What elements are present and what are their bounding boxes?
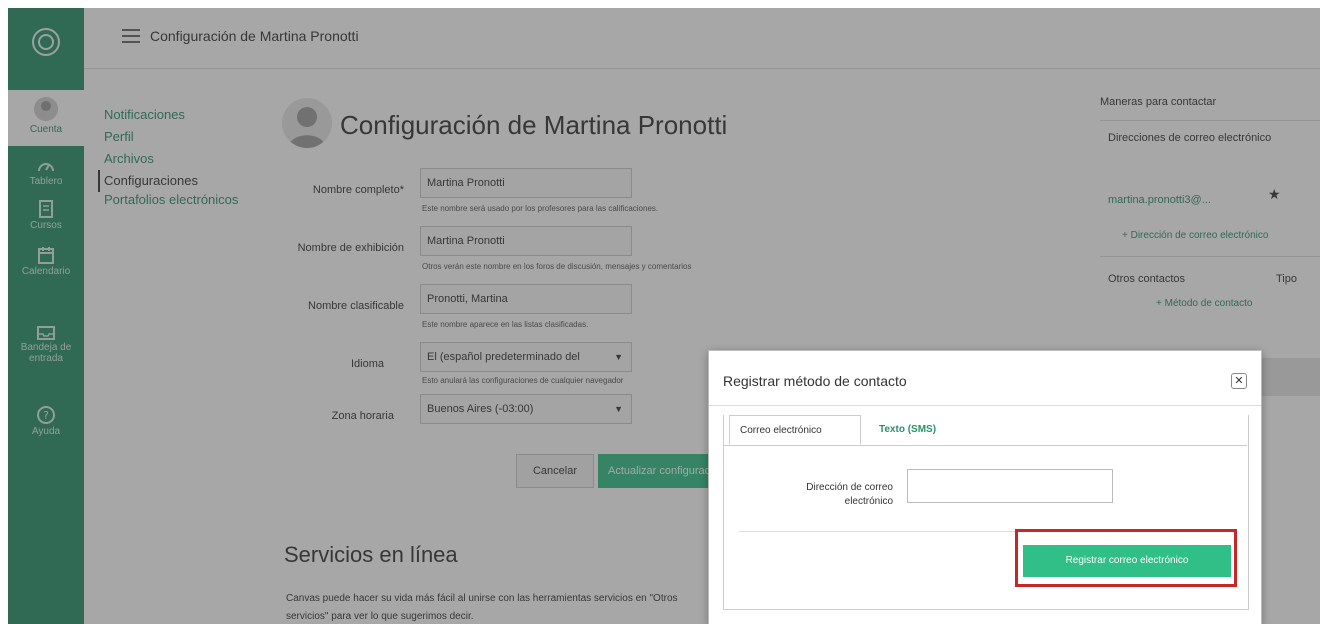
email-address-label: Dirección de correo electrónico xyxy=(806,482,893,507)
register-contact-method-dialog: Registrar método de contacto ✕ Correo el… xyxy=(708,350,1262,624)
dialog-tabs: Correo electrónico Texto (SMS) xyxy=(723,415,1247,446)
highlight-annotation-box xyxy=(1015,529,1237,587)
tab-email[interactable]: Correo electrónico xyxy=(729,415,861,445)
close-icon[interactable]: ✕ xyxy=(1231,373,1247,389)
email-address-input[interactable] xyxy=(907,469,1113,503)
app-frame: Cuenta Tablero Cursos Calendario Bandeja… xyxy=(8,8,1320,624)
dialog-title: Registrar método de contacto xyxy=(723,373,907,389)
tab-sms[interactable]: Texto (SMS) xyxy=(869,415,946,445)
dialog-divider xyxy=(709,405,1261,406)
